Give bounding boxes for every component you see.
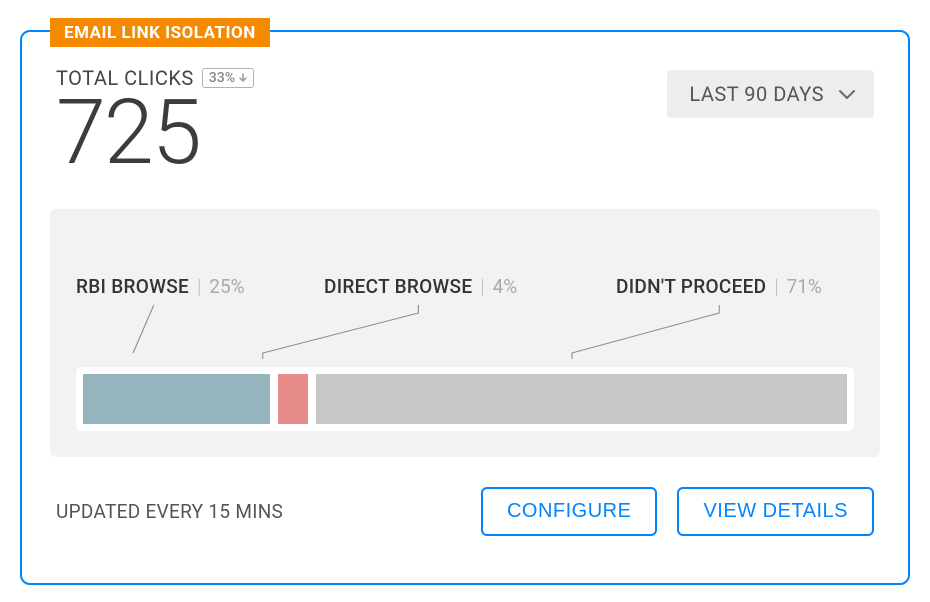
legend-name: RBI BROWSE: [76, 275, 189, 298]
legend-item-rbi-browse: RBI BROWSE | 25%: [76, 275, 245, 298]
legend-pct: 71%: [787, 275, 822, 298]
legend-item-direct-browse: DIRECT BROWSE | 4%: [324, 275, 517, 298]
legend-pct: 25%: [209, 275, 244, 298]
click-breakdown-chart: RBI BROWSE | 25% DIRECT BROWSE | 4% DIDN…: [50, 209, 880, 457]
arrow-down-icon: [237, 72, 249, 84]
total-clicks-value: 725: [56, 86, 254, 181]
stacked-bar: [76, 367, 854, 431]
card-actions: CONFIGURE VIEW DETAILS: [481, 487, 874, 536]
legend-pct: 4%: [493, 275, 518, 298]
card-header: TOTAL CLICKS 33% 725 LAST 90 DAYS: [22, 32, 908, 181]
legend-name: DIRECT BROWSE: [324, 275, 472, 298]
bar-segment-didnt-proceed: [316, 374, 847, 424]
bar-segment-direct-browse: [278, 374, 308, 424]
change-badge-value: 33%: [209, 70, 235, 86]
updated-label: UPDATED EVERY 15 MINS: [56, 500, 283, 523]
configure-button[interactable]: CONFIGURE: [481, 487, 658, 536]
card-footer: UPDATED EVERY 15 MINS CONFIGURE VIEW DET…: [22, 457, 908, 536]
card-tag: EMAIL LINK ISOLATION: [50, 18, 270, 47]
legend-item-didnt-proceed: DIDN'T PROCEED | 71%: [616, 275, 822, 298]
total-clicks-block: TOTAL CLICKS 33% 725: [56, 66, 254, 181]
change-badge: 33%: [202, 68, 254, 88]
period-select-label: LAST 90 DAYS: [689, 82, 824, 106]
chevron-down-icon: [838, 88, 856, 100]
view-details-button[interactable]: VIEW DETAILS: [677, 487, 874, 536]
email-link-isolation-card: EMAIL LINK ISOLATION TOTAL CLICKS 33% 72…: [20, 30, 910, 585]
legend-connectors: [76, 299, 906, 359]
legend-name: DIDN'T PROCEED: [616, 275, 766, 298]
bar-segment-rbi-browse: [83, 374, 270, 424]
period-select[interactable]: LAST 90 DAYS: [667, 70, 874, 118]
